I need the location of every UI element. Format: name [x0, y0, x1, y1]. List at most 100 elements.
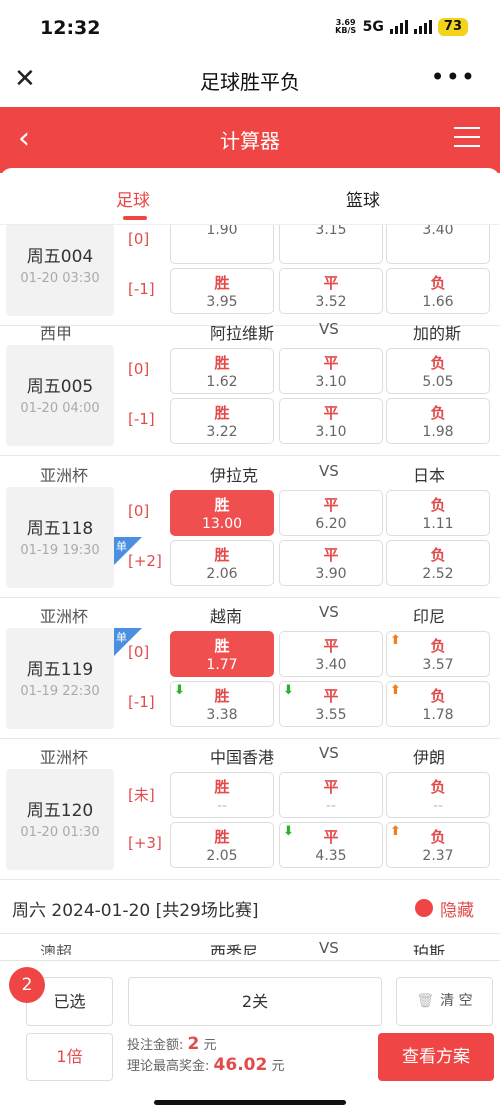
- pass-type-button[interactable]: 2关: [128, 977, 382, 1026]
- handicap-label: [-1]: [128, 410, 155, 428]
- league-name: 亚洲杯: [40, 607, 89, 626]
- odds-cell-draw[interactable]: 平 3.90: [279, 540, 383, 586]
- odds-value: 1.66: [422, 294, 454, 310]
- odds-cell-lose[interactable]: 负 1.78 ⬆: [386, 681, 490, 727]
- odds-cell-lose[interactable]: 负 5.05: [386, 348, 490, 394]
- vs-label: VS: [319, 320, 339, 338]
- handicap-label: [0]: [128, 502, 150, 520]
- home-team: 中国香港: [210, 748, 275, 767]
- odds-value: 1.78: [422, 707, 454, 723]
- signal-icon-2: [413, 20, 432, 34]
- odds-cell-win[interactable]: 胜 1.62: [170, 348, 274, 394]
- odds-cell-lose[interactable]: 负 1.98: [386, 398, 490, 444]
- odds-cell-draw[interactable]: 3.15: [279, 225, 383, 264]
- view-plan-button[interactable]: 查看方案: [378, 1033, 494, 1081]
- menu-icon[interactable]: [454, 127, 480, 149]
- prize-label: 理论最高奖金:: [127, 1059, 210, 1074]
- odds-cell-win[interactable]: 胜 3.95: [170, 268, 274, 314]
- single-label: 单: [116, 540, 127, 553]
- odds-cell-lose[interactable]: 负 3.57 ⬆: [386, 631, 490, 677]
- outcome-label: 胜: [214, 404, 230, 422]
- odds-cell-draw[interactable]: 平 3.52: [279, 268, 383, 314]
- odds-cell-lose[interactable]: 负 1.66: [386, 268, 490, 314]
- outcome-label: 胜: [214, 354, 230, 372]
- odds-down-icon: ⬇: [174, 683, 185, 698]
- odds-cell-draw[interactable]: 平 6.20: [279, 490, 383, 536]
- tab-football[interactable]: 足球: [116, 186, 150, 211]
- odds-cell-draw[interactable]: 平 3.10: [279, 398, 383, 444]
- odds-value: 3.10: [315, 374, 347, 390]
- odds-value: 2.52: [422, 566, 454, 582]
- calculator-header: ‹ 计算器: [0, 107, 500, 173]
- odds-cell-win[interactable]: 胜 1.77: [170, 631, 274, 677]
- odds-value: 3.15: [315, 225, 347, 238]
- odds-cell-lose[interactable]: 负 2.52: [386, 540, 490, 586]
- handicap-label: [-1]: [128, 280, 155, 298]
- league-name: 亚洲杯: [40, 466, 89, 485]
- clear-button[interactable]: 🗑 清 空: [396, 977, 493, 1026]
- odds-cell-lose[interactable]: 负 1.11: [386, 490, 490, 536]
- odds-cell-win[interactable]: 胜 3.38 ⬇: [170, 681, 274, 727]
- tab-basketball[interactable]: 篮球: [346, 186, 380, 211]
- odds-value: --: [325, 798, 337, 814]
- odds-cell-win[interactable]: 胜 13.00: [170, 490, 274, 536]
- handicap-label: [0]: [128, 230, 150, 248]
- outcome-label: 平: [323, 637, 339, 655]
- vs-label: VS: [319, 603, 339, 621]
- odds-cell-draw[interactable]: 平 3.10: [279, 348, 383, 394]
- odds-cell-win[interactable]: 胜 2.05: [170, 822, 274, 868]
- odds-cell-draw[interactable]: 平 4.35 ⬇: [279, 822, 383, 868]
- stake-info: 投注金额: 2 元: [127, 1034, 217, 1054]
- odds-value: 13.00: [201, 516, 243, 532]
- outcome-label: 平: [323, 274, 339, 292]
- signal-icon: [389, 20, 408, 34]
- odds-cell-draw[interactable]: 平 3.40: [279, 631, 383, 677]
- odds-value: 1.77: [206, 657, 238, 673]
- more-icon[interactable]: •••: [431, 63, 476, 91]
- hide-toggle-icon[interactable]: [415, 899, 433, 917]
- handicap-label: [-1]: [128, 693, 155, 711]
- odds-value: 4.35: [315, 848, 347, 864]
- odds-value: 5.05: [422, 374, 454, 390]
- odds-value: 3.40: [422, 225, 454, 238]
- odds-down-icon: ⬇: [283, 824, 294, 839]
- prize-unit: 元: [271, 1059, 285, 1074]
- odds-up-icon: ⬆: [390, 824, 401, 839]
- odds-value: --: [432, 798, 444, 814]
- outcome-label: 胜: [214, 637, 230, 655]
- odds-cell-win[interactable]: 胜 3.22: [170, 398, 274, 444]
- hide-button[interactable]: 隐藏: [440, 896, 474, 921]
- league-name: 西甲: [40, 324, 73, 343]
- multiple-button[interactable]: 1倍: [26, 1033, 113, 1081]
- odds-cell-lose[interactable]: 负 2.37 ⬆: [386, 822, 490, 868]
- network-type: 5G: [362, 19, 384, 35]
- odds-up-icon: ⬆: [390, 633, 401, 648]
- odds-cell-win[interactable]: 胜 --: [170, 772, 274, 818]
- match-number: 周五118: [26, 519, 94, 539]
- odds-cell-win[interactable]: 1.90: [170, 225, 274, 264]
- odds-cell-lose[interactable]: 3.40: [386, 225, 490, 264]
- single-label: 单: [116, 631, 127, 644]
- odds-value: 3.57: [422, 657, 454, 673]
- odds-value: 3.38: [206, 707, 238, 723]
- home-team: 西悉尼: [210, 943, 259, 955]
- outcome-label: 平: [323, 354, 339, 372]
- odds-cell-draw[interactable]: 平 --: [279, 772, 383, 818]
- odds-value: 1.98: [422, 424, 454, 440]
- outcome-label: 负: [430, 274, 446, 292]
- home-team: 越南: [210, 607, 243, 626]
- handicap-label: [+2]: [128, 552, 162, 570]
- prize-value: 46.02: [213, 1055, 268, 1075]
- odds-value: 2.06: [206, 566, 238, 582]
- outcome-label: 平: [323, 828, 339, 846]
- odds-cell-win[interactable]: 胜 2.06: [170, 540, 274, 586]
- odds-cell-draw[interactable]: 平 3.55 ⬇: [279, 681, 383, 727]
- match-time: 01-19 19:30: [20, 543, 100, 558]
- outcome-label: 平: [323, 496, 339, 514]
- vs-label: VS: [319, 462, 339, 480]
- home-indicator: [154, 1100, 346, 1105]
- odds-cell-lose[interactable]: 负 --: [386, 772, 490, 818]
- handicap-label: [0]: [128, 643, 150, 661]
- outcome-label: 胜: [214, 274, 230, 292]
- trash-icon: 🗑: [416, 993, 435, 1009]
